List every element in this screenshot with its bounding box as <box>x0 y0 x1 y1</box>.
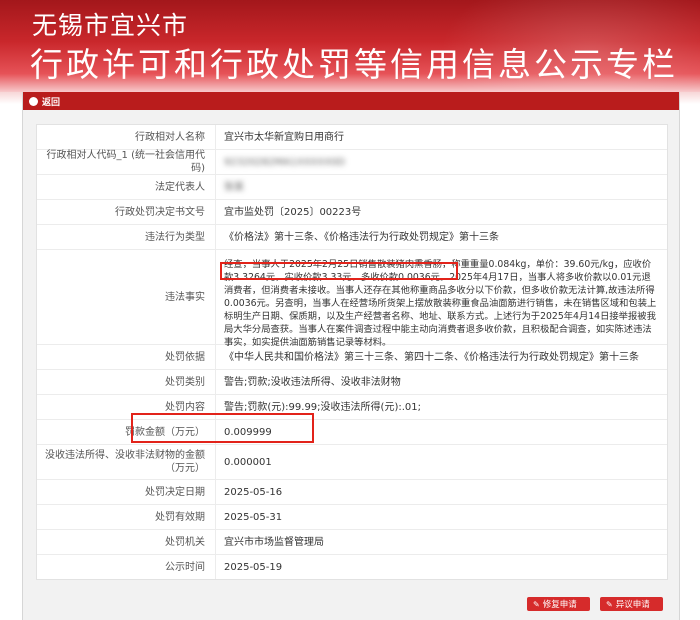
back-link[interactable]: 返回 <box>42 95 60 108</box>
objection-request-button[interactable]: ✎ 异议申请 <box>600 597 663 611</box>
table-row: 公示时间 2025-05-19 <box>37 555 667 579</box>
field-label: 行政处罚决定书文号 <box>37 200 216 224</box>
field-value: 2025-05-31 <box>224 511 283 523</box>
field-value: 0.000001 <box>224 456 272 468</box>
field-label: 处罚机关 <box>37 530 216 554</box>
back-icon[interactable] <box>29 96 38 106</box>
field-value: 《中华人民共和国价格法》第三十三条、第四十二条、《价格违法行为行政处罚规定》第十… <box>224 351 639 363</box>
field-value: 2025-05-19 <box>224 561 283 573</box>
field-value: 宜市监处罚〔2025〕00223号 <box>224 206 362 218</box>
field-label: 处罚决定日期 <box>37 480 216 504</box>
table-row: 处罚决定日期 2025-05-16 <box>37 480 667 505</box>
field-label: 没收违法所得、没收非法财物的金额（万元） <box>37 445 216 479</box>
pencil-icon: ✎ <box>533 599 540 609</box>
table-row: 法定代表人 张某 <box>37 175 667 200</box>
header-banner: 无锡市宜兴市 行政许可和行政处罚等信用信息公示专栏 <box>0 0 700 92</box>
objection-request-label: 异议申请 <box>615 600 650 610</box>
repair-request-button[interactable]: ✎ 修复申请 <box>527 597 590 611</box>
page-title: 行政许可和行政处罚等信用信息公示专栏 <box>30 45 678 84</box>
table-row: 处罚类别 警告;罚款;没收违法所得、没收非法财物 <box>37 370 667 395</box>
field-label: 行政相对人名称 <box>37 125 216 149</box>
field-label: 违法事实 <box>37 250 216 344</box>
banner-city: 无锡市宜兴市 <box>32 11 189 40</box>
detail-table: 行政相对人名称 宜兴市太华新宜购日用商行 行政相对人代码_1 (统一社会信用代码… <box>36 124 668 580</box>
field-value: 张某 <box>216 175 667 199</box>
table-row: 没收违法所得、没收非法财物的金额（万元） 0.000001 <box>37 445 667 480</box>
pencil-icon: ✎ <box>606 599 613 609</box>
field-label: 行政相对人代码_1 (统一社会信用代码) <box>37 150 216 174</box>
field-label: 处罚依据 <box>37 345 216 369</box>
highlight-box-violation <box>220 262 458 280</box>
repair-request-label: 修复申请 <box>542 600 577 610</box>
table-row: 处罚依据 《中华人民共和国价格法》第三十三条、第四十二条、《价格违法行为行政处罚… <box>37 345 667 370</box>
detail-panel: 返回 行政相对人名称 宜兴市太华新宜购日用商行 行政相对人代码_1 (统一社会信… <box>22 92 680 620</box>
field-value: 2025-05-16 <box>224 486 283 498</box>
panel-header: 返回 <box>23 92 679 110</box>
table-row: 行政处罚决定书文号 宜市监处罚〔2025〕00223号 <box>37 200 667 225</box>
field-value: 《价格法》第十三条、《价格违法行为行政处罚规定》第十三条 <box>224 231 499 243</box>
table-row: 违法行为类型 《价格法》第十三条、《价格违法行为行政处罚规定》第十三条 <box>37 225 667 250</box>
field-value: 宜兴市太华新宜购日用商行 <box>224 131 344 143</box>
table-row: 处罚机关 宜兴市市场监督管理局 <box>37 530 667 555</box>
field-value: 宜兴市市场监督管理局 <box>224 536 324 548</box>
table-row: 行政相对人代码_1 (统一社会信用代码) 92320282MA1XXXXX0D <box>37 150 667 175</box>
field-value: 警告;罚款;没收违法所得、没收非法财物 <box>224 376 401 388</box>
highlight-box-fine-amount <box>131 413 314 443</box>
field-label: 法定代表人 <box>37 175 216 199</box>
field-label: 公示时间 <box>37 555 216 579</box>
table-row: 行政相对人名称 宜兴市太华新宜购日用商行 <box>37 125 667 150</box>
field-label: 处罚类别 <box>37 370 216 394</box>
field-label: 处罚有效期 <box>37 505 216 529</box>
field-value: 92320282MA1XXXXX0D <box>216 150 667 174</box>
redacted-code: 92320282MA1XXXXX0D <box>224 156 346 168</box>
field-label: 违法行为类型 <box>37 225 216 249</box>
table-row: 处罚有效期 2025-05-31 <box>37 505 667 530</box>
redacted-name: 张某 <box>224 181 244 193</box>
